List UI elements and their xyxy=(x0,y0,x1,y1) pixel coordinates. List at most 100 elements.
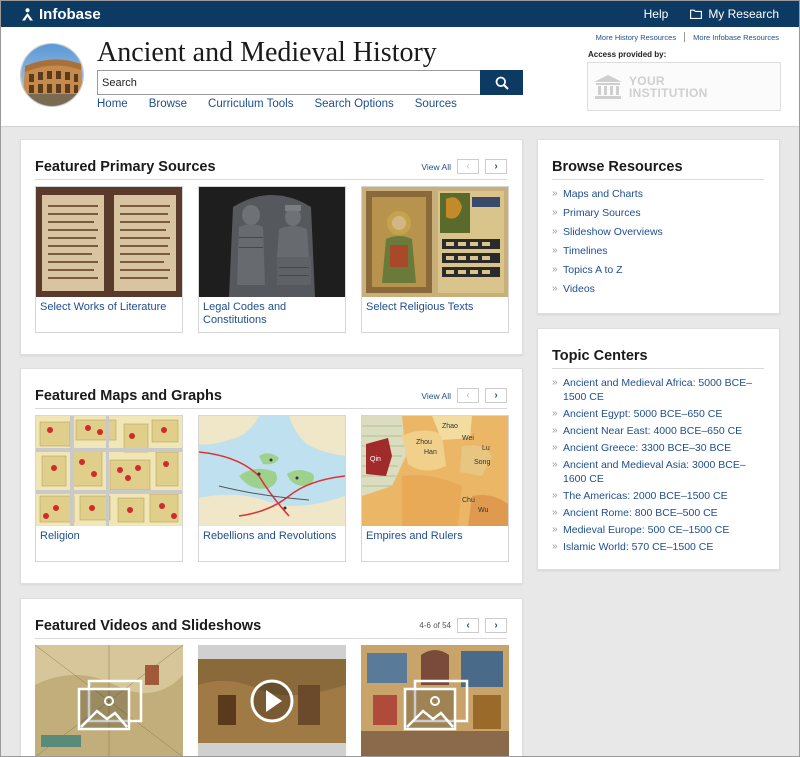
prev-button[interactable]: ‹ xyxy=(457,388,479,403)
tile-literature[interactable]: Select Works of Literature xyxy=(35,186,183,333)
topic-item-americas[interactable]: The Americas: 2000 BCE–1500 CE xyxy=(552,489,764,503)
search-bar xyxy=(97,70,523,95)
access-label: Access provided by: xyxy=(588,50,667,59)
browse-item-timelines[interactable]: Timelines xyxy=(552,244,764,258)
map-label-wei: Wei xyxy=(462,435,474,442)
tile-rebellions[interactable]: Rebellions and Revolutions xyxy=(198,415,346,562)
tile-label: Legal Codes and Constitutions xyxy=(203,301,287,326)
tile-empires[interactable]: Qin Zhao Wei Lu Song Han Zhou Wu Chu Emp… xyxy=(361,415,509,562)
card-title: Browse Resources xyxy=(552,158,683,175)
result-count: 4-6 of 54 xyxy=(419,621,451,630)
topic-item-medieval-europe[interactable]: Medieval Europe: 500 CE–1500 CE xyxy=(552,523,764,537)
tile-legal-codes[interactable]: Legal Codes and Constitutions xyxy=(198,186,346,333)
my-research-link[interactable]: My Research xyxy=(690,7,779,21)
pager: View All ‹ › xyxy=(421,159,507,174)
topic-item-africa[interactable]: Ancient and Medieval Africa: 5000 BCE–15… xyxy=(552,376,764,404)
tiles: Religion Rebellions and Revolutions Qin … xyxy=(35,415,509,562)
nav-home[interactable]: Home xyxy=(97,98,128,110)
card-title: Featured Maps and Graphs xyxy=(35,387,222,404)
tiles: Select Works of Literature Legal Codes a… xyxy=(35,186,509,333)
site-title: Ancient and Medieval History xyxy=(97,37,437,68)
slideshow-thumbnail xyxy=(35,645,183,756)
pager: View All ‹ › xyxy=(421,388,507,403)
next-button[interactable]: › xyxy=(485,618,507,633)
video-thumbnail xyxy=(198,645,346,756)
topic-list: Ancient and Medieval Africa: 5000 BCE–15… xyxy=(552,376,764,554)
help-link[interactable]: Help xyxy=(644,7,669,21)
view-all-link[interactable]: View All xyxy=(421,391,451,401)
map-label-qin: Qin xyxy=(370,456,381,463)
mediterranean-routes-map xyxy=(199,416,345,526)
map-label-han: Han xyxy=(424,449,437,456)
tile-slideshow-2[interactable] xyxy=(361,645,509,756)
more-history-resources-link[interactable]: More History Resources xyxy=(596,33,676,42)
next-button[interactable]: › xyxy=(485,388,507,403)
tile-label: Select Works of Literature xyxy=(40,301,167,313)
map-label-chu: Chu xyxy=(462,497,475,504)
institution-box: YOUR INSTITUTION xyxy=(587,62,781,111)
tile-slideshow-1[interactable] xyxy=(35,645,183,756)
card-header: Featured Videos and Slideshows 4-6 of 54… xyxy=(35,613,507,639)
browse-item-topics-a-z[interactable]: Topics A to Z xyxy=(552,263,764,277)
topic-item-rome[interactable]: Ancient Rome: 800 BCE–500 CE xyxy=(552,506,764,520)
browse-item-slideshow-overviews[interactable]: Slideshow Overviews xyxy=(552,225,764,239)
topic-item-islamic-world[interactable]: Islamic World: 570 CE–1500 CE xyxy=(552,540,764,554)
temple-plan-map xyxy=(36,416,182,526)
colosseum-logo[interactable] xyxy=(20,43,84,107)
card-title: Featured Primary Sources xyxy=(35,158,216,175)
map-label-zhou: Zhou xyxy=(416,439,432,446)
institution-name: YOUR INSTITUTION xyxy=(629,75,708,99)
topic-item-egypt[interactable]: Ancient Egypt: 5000 BCE–650 CE xyxy=(552,407,764,421)
main-nav: Home Browse Curriculum Tools Search Opti… xyxy=(97,98,457,110)
topic-item-near-east[interactable]: Ancient Near East: 4000 BCE–650 CE xyxy=(552,424,764,438)
infobase-logo[interactable]: Infobase xyxy=(21,6,101,23)
resource-links: More History Resources More Infobase Res… xyxy=(596,32,779,42)
featured-primary-sources-card: Featured Primary Sources View All ‹ › Se… xyxy=(20,139,523,355)
tile-label: Rebellions and Revolutions xyxy=(203,530,337,542)
search-input[interactable] xyxy=(97,70,480,95)
resource-divider xyxy=(684,32,686,42)
tile-label: Religion xyxy=(40,530,80,542)
view-all-link[interactable]: View All xyxy=(421,162,451,172)
nav-search-options[interactable]: Search Options xyxy=(314,98,393,110)
more-infobase-resources-link[interactable]: More Infobase Resources xyxy=(693,33,779,42)
map-label-wu: Wu xyxy=(478,507,488,514)
topic-item-asia[interactable]: Ancient and Medieval Asia: 3000 BCE–1600… xyxy=(552,458,764,486)
nav-browse[interactable]: Browse xyxy=(149,98,187,110)
folder-icon xyxy=(690,9,703,19)
tile-label: Select Religious Texts xyxy=(366,301,474,313)
slideshow-thumbnail xyxy=(361,645,509,756)
next-button[interactable]: › xyxy=(485,159,507,174)
manuscript-image xyxy=(36,187,182,297)
pager: 4-6 of 54 ‹ › xyxy=(419,618,507,633)
featured-videos-card: Featured Videos and Slideshows 4-6 of 54… xyxy=(20,598,523,756)
prev-button[interactable]: ‹ xyxy=(457,159,479,174)
browse-item-videos[interactable]: Videos xyxy=(552,282,764,296)
search-button[interactable] xyxy=(480,70,523,95)
featured-maps-graphs-card: Featured Maps and Graphs View All ‹ › Re… xyxy=(20,368,523,584)
browse-item-primary-sources[interactable]: Primary Sources xyxy=(552,206,764,220)
institution-building-icon xyxy=(594,74,622,99)
browse-list: Maps and Charts Primary Sources Slidesho… xyxy=(552,187,764,296)
top-bar: Infobase Help My Research xyxy=(1,1,799,27)
tile-video[interactable] xyxy=(198,645,346,756)
prev-button[interactable]: ‹ xyxy=(457,618,479,633)
tile-religion[interactable]: Religion xyxy=(35,415,183,562)
card-header: Featured Maps and Graphs View All ‹ › xyxy=(35,383,507,409)
search-icon xyxy=(495,76,509,90)
map-label-song: Song xyxy=(474,459,490,466)
browse-resources-card: Browse Resources Maps and Charts Primary… xyxy=(537,139,780,314)
card-title: Topic Centers xyxy=(552,347,648,364)
page-frame: Infobase Help My Research Ancient and Me… xyxy=(0,0,800,757)
nav-curriculum-tools[interactable]: Curriculum Tools xyxy=(208,98,293,110)
nav-sources[interactable]: Sources xyxy=(415,98,457,110)
topic-item-greece[interactable]: Ancient Greece: 3300 BCE–30 BCE xyxy=(552,441,764,455)
card-header: Featured Primary Sources View All ‹ › xyxy=(35,154,507,180)
tile-label: Empires and Rulers xyxy=(366,530,463,542)
tile-religious-texts[interactable]: Select Religious Texts xyxy=(361,186,509,333)
stele-image xyxy=(199,187,345,297)
play-icon xyxy=(250,679,294,723)
card-header: Topic Centers xyxy=(552,343,764,369)
map-label-lu: Lu xyxy=(482,445,490,452)
browse-item-maps-charts[interactable]: Maps and Charts xyxy=(552,187,764,201)
